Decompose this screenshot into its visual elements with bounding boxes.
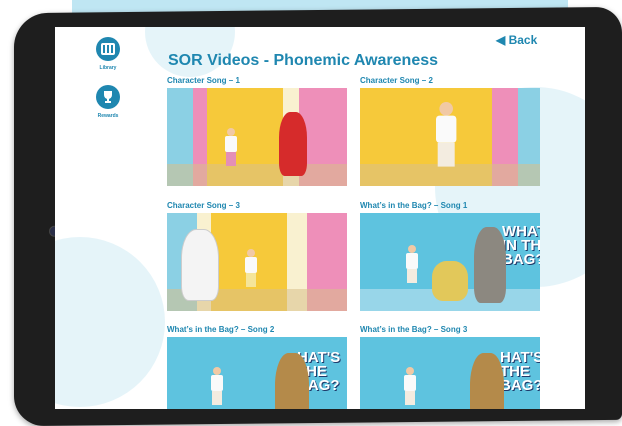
mascot-figure <box>470 353 504 409</box>
video-thumbnail[interactable]: HAT'S THE BAG? <box>167 337 347 409</box>
video-thumbnail[interactable] <box>360 88 540 186</box>
video-card[interactable]: What’s in the Bag? – Song 3 HAT'S THE BA… <box>360 325 540 409</box>
child-figure <box>245 249 257 287</box>
app-screen: Library Rewards ◀ Back SOR Videos - Phon… <box>55 27 585 409</box>
title-graphic: WHAT'S IN THE BAG? <box>502 223 540 268</box>
library-icon <box>96 37 120 61</box>
mascot-figure <box>474 227 506 303</box>
sidebar-item-rewards[interactable]: Rewards <box>83 85 133 119</box>
background-shape <box>55 237 165 407</box>
video-thumbnail[interactable]: WHAT'S IN THE BAG? <box>360 213 540 311</box>
page-title: SOR Videos - Phonemic Awareness <box>168 52 439 69</box>
sidebar-item-label: Rewards <box>97 113 119 119</box>
video-title: Character Song – 1 <box>167 76 240 85</box>
video-title: What’s in the Bag? – Song 3 <box>360 325 468 334</box>
child-figure <box>436 102 457 167</box>
mascot-figure <box>181 229 219 301</box>
caret-left-icon: ◀ <box>496 33 506 47</box>
sidebar-item-library[interactable]: Library <box>83 37 133 71</box>
mascot-figure <box>279 112 307 176</box>
video-title: What’s in the Bag? – Song 2 <box>167 325 275 334</box>
back-button[interactable]: ◀ Back <box>496 33 537 47</box>
video-card[interactable]: What’s in the Bag? – Song 2 HAT'S THE BA… <box>167 325 347 409</box>
mascot-figure <box>275 353 309 409</box>
video-thumbnail[interactable] <box>167 88 347 186</box>
video-thumbnail[interactable]: HAT'S THE BAG? <box>360 337 540 409</box>
child-figure <box>211 367 223 405</box>
sidebar-item-label: Library <box>99 65 117 71</box>
video-title: What’s in the Bag? – Song 1 <box>360 201 468 210</box>
child-figure <box>404 367 416 405</box>
video-title: Character Song – 2 <box>360 76 433 85</box>
bag-figure <box>432 261 468 301</box>
video-thumbnail[interactable] <box>167 213 347 311</box>
video-card[interactable]: What’s in the Bag? – Song 1 WHAT'S IN TH… <box>360 201 540 311</box>
child-figure <box>225 128 237 166</box>
video-card[interactable]: Character Song – 2 <box>360 76 540 186</box>
trophy-icon <box>96 85 120 109</box>
video-card[interactable]: Character Song – 3 <box>167 201 347 311</box>
title-graphic: HAT'S THE BAG? <box>500 349 540 394</box>
video-card[interactable]: Character Song – 1 <box>167 76 347 186</box>
video-title: Character Song – 3 <box>167 201 240 210</box>
child-figure <box>406 245 418 283</box>
